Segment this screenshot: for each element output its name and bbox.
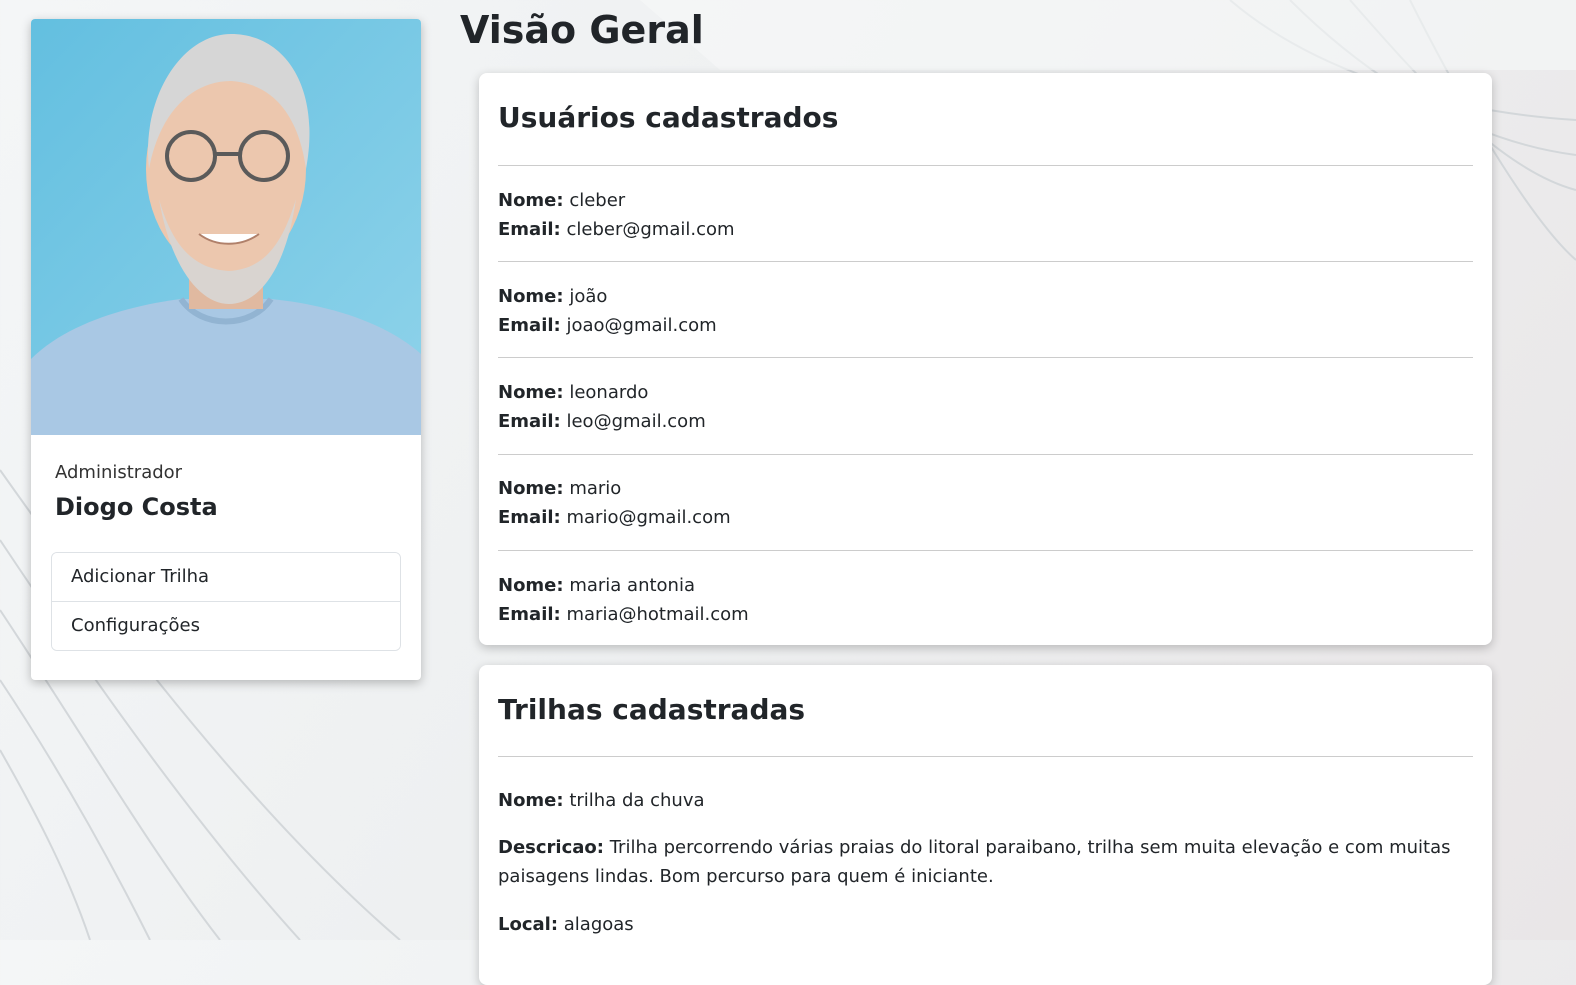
user-name-value: cleber xyxy=(569,190,626,211)
user-role: Administrador xyxy=(55,462,183,483)
users-panel-title: Usuários cadastrados xyxy=(498,101,839,134)
trail-location-row: Local: alagoas xyxy=(498,910,1473,939)
divider xyxy=(498,550,1473,551)
trail-description-value: Trilha percorrendo várias praias do lito… xyxy=(498,837,1451,887)
divider xyxy=(498,454,1473,455)
email-label: Email: xyxy=(498,411,561,432)
user-email-value: cleber@gmail.com xyxy=(566,219,735,240)
profile-photo xyxy=(31,19,421,435)
email-label: Email: xyxy=(498,315,561,336)
users-panel: Usuários cadastrados Nome: cleber Email:… xyxy=(479,73,1492,645)
user-entry: Nome: cleber Email: cleber@gmail.com xyxy=(498,186,1473,244)
email-label: Email: xyxy=(498,219,561,240)
divider xyxy=(498,165,1473,166)
trail-description-label: Descricao: xyxy=(498,837,604,858)
add-trail-menu-item[interactable]: Adicionar Trilha xyxy=(52,553,400,601)
name-label: Nome: xyxy=(498,286,564,307)
name-label: Nome: xyxy=(498,575,564,596)
divider xyxy=(498,261,1473,262)
name-label: Nome: xyxy=(498,478,564,499)
user-name-value: leonardo xyxy=(569,382,649,403)
trail-description-row: Descricao: Trilha percorrendo várias pra… xyxy=(498,833,1473,891)
user-entry: Nome: maria antonia Email: maria@hotmail… xyxy=(498,571,1473,629)
user-entry: Nome: joão Email: joao@gmail.com xyxy=(498,282,1473,340)
user-email-value: maria@hotmail.com xyxy=(566,604,749,625)
settings-menu-item[interactable]: Configurações xyxy=(52,601,400,650)
trails-panel: Trilhas cadastradas Nome: trilha da chuv… xyxy=(479,665,1492,985)
name-label: Nome: xyxy=(498,382,564,403)
user-name-value: joão xyxy=(569,286,608,307)
divider xyxy=(498,756,1473,757)
name-label: Nome: xyxy=(498,190,564,211)
profile-menu: Adicionar Trilha Configurações xyxy=(51,552,401,651)
user-entry: Nome: mario Email: mario@gmail.com xyxy=(498,474,1473,532)
trail-location-label: Local: xyxy=(498,914,559,935)
profile-card: Administrador Diogo Costa Adicionar Tril… xyxy=(31,19,421,680)
email-label: Email: xyxy=(498,507,561,528)
user-entry: Nome: leonardo Email: leo@gmail.com xyxy=(498,378,1473,436)
page-title: Visão Geral xyxy=(460,8,704,52)
user-name-value: mario xyxy=(569,478,622,499)
user-name: Diogo Costa xyxy=(55,493,218,521)
trail-name-label: Nome: xyxy=(498,790,564,811)
trails-panel-title: Trilhas cadastradas xyxy=(498,693,806,726)
user-email-value: mario@gmail.com xyxy=(566,507,731,528)
user-email-value: leo@gmail.com xyxy=(566,411,706,432)
user-name-value: maria antonia xyxy=(569,575,695,596)
trail-location-value: alagoas xyxy=(563,914,634,935)
email-label: Email: xyxy=(498,604,561,625)
trail-name-value: trilha da chuva xyxy=(569,790,705,811)
trail-name-row: Nome: trilha da chuva xyxy=(498,786,1473,815)
divider xyxy=(498,357,1473,358)
user-email-value: joao@gmail.com xyxy=(566,315,717,336)
